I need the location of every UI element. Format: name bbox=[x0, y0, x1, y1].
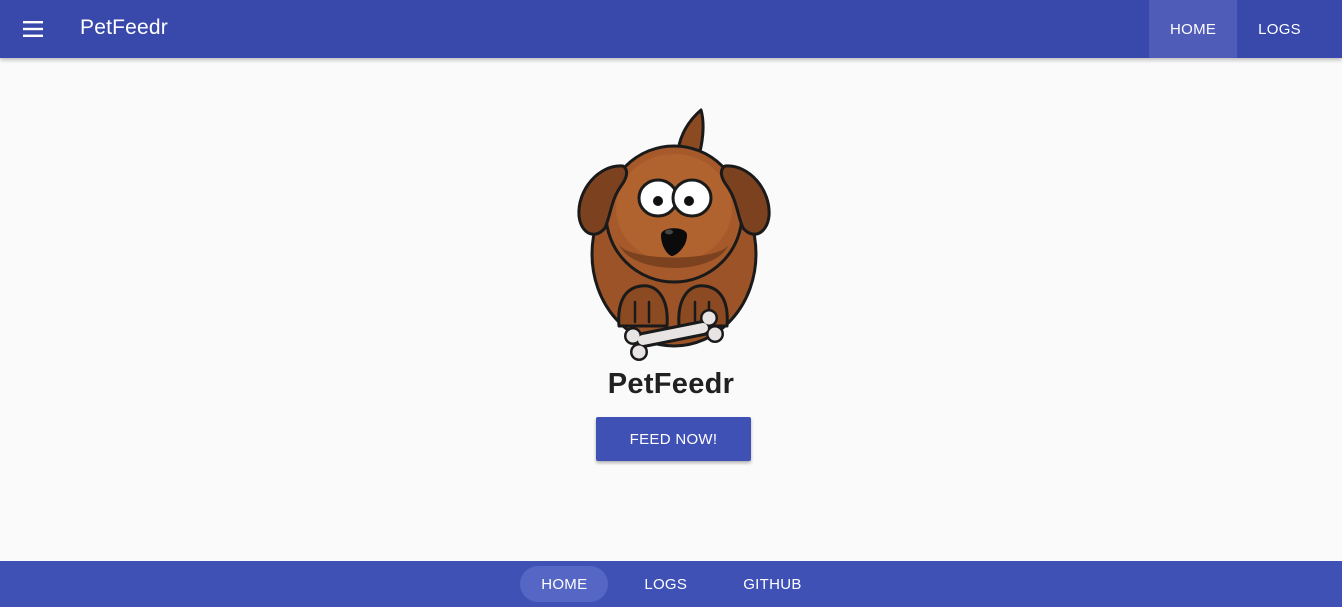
top-navigation: HOME LOGS bbox=[1149, 0, 1322, 58]
feed-now-button[interactable]: FEED NOW! bbox=[596, 417, 751, 461]
page-title: PetFeedr bbox=[607, 368, 735, 400]
app-title: PetFeedr bbox=[80, 16, 168, 39]
dog-illustration bbox=[577, 108, 771, 361]
footer-nav-github[interactable]: GITHUB bbox=[723, 566, 821, 602]
footer-nav-logs[interactable]: LOGS bbox=[624, 566, 707, 602]
menu-button[interactable] bbox=[14, 9, 54, 49]
top-nav-home[interactable]: HOME bbox=[1149, 0, 1238, 58]
top-nav-logs[interactable]: LOGS bbox=[1237, 0, 1322, 58]
bottom-navigation: HOME LOGS GITHUB bbox=[0, 561, 1342, 607]
main-content: PetFeedr FEED NOW! bbox=[0, 58, 1342, 561]
hamburger-menu-icon bbox=[23, 21, 43, 37]
footer-nav-home[interactable]: HOME bbox=[520, 566, 609, 602]
top-app-bar: PetFeedr HOME LOGS bbox=[0, 0, 1342, 58]
